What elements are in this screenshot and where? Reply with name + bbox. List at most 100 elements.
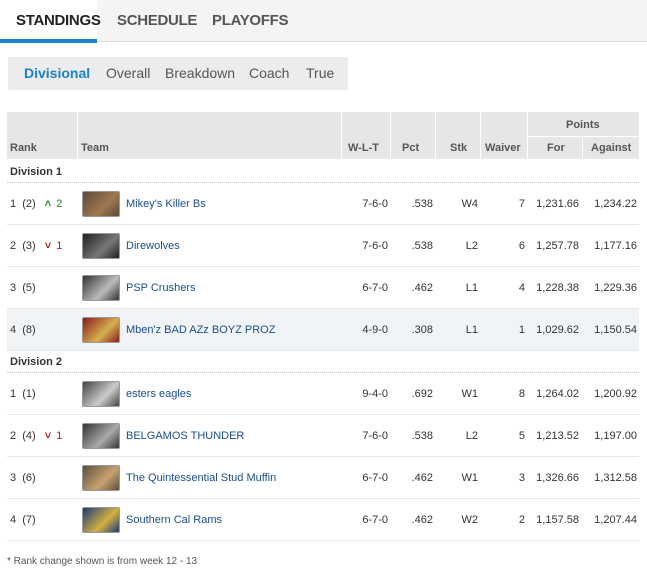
table-row[interactable]: 1 (1) esters eagles 9-4-0 .692 W1 8 1,26… [7,373,639,415]
wlt-value: 7-6-0 [362,198,388,210]
tab-schedule[interactable]: SCHEDULE [117,0,197,42]
previous-rank: (6) [22,472,36,484]
top-tab-bar: STANDINGS SCHEDULE PLAYOFFS [0,0,647,43]
points-against-value: 1,197.00 [594,430,637,442]
team-avatar[interactable] [82,191,120,217]
wlt-value: 9-4-0 [362,388,388,400]
points-for-value: 1,257.78 [536,240,579,252]
subtab-true[interactable]: True [306,57,334,90]
pct-value: .462 [411,282,433,294]
table-row[interactable]: 4 (7) Southern Cal Rams 6-7-0 .462 W2 2 … [7,499,639,541]
points-for-value: 1,029.62 [536,324,579,336]
header-waiver[interactable]: Waiver [485,142,521,154]
points-against-value: 1,207.44 [594,514,637,526]
points-against-value: 1,200.92 [594,388,637,400]
table-row[interactable]: 4 (8) Mben'z BAD AZz BOYZ PROZ 4-9-0 .30… [7,309,639,351]
header-pct[interactable]: Pct [402,142,419,154]
points-for-value: 1,228.38 [536,282,579,294]
pct-value: .462 [411,514,433,526]
rank: 3 [10,282,17,294]
team-name-link[interactable]: BELGAMOS THUNDER [126,415,244,457]
team-avatar[interactable] [82,423,120,449]
streak-value: L1 [465,324,478,336]
column-divider [435,112,436,159]
rank-cell: 3 (5) [10,267,44,309]
team-avatar[interactable] [82,381,120,407]
header-team[interactable]: Team [81,142,109,154]
rank: 2 [10,240,17,252]
streak-value: W2 [461,514,479,526]
team-name[interactable]: Direwolves [126,240,180,252]
team-name-link[interactable]: The Quintessential Stud Muffin [126,457,276,499]
tab-standings[interactable]: STANDINGS [0,0,101,43]
column-divider [480,112,481,159]
wlt-value: 6-7-0 [362,514,388,526]
points-against-value: 1,234.22 [594,198,637,210]
header-stk[interactable]: Stk [450,142,467,154]
pct-value: .462 [411,472,433,484]
previous-rank: (4) [22,430,36,442]
rank: 3 [10,472,17,484]
waiver-value: 4 [518,282,525,294]
column-divider [77,112,78,159]
rank-cell: 1 (2) ˄ 2 [10,183,62,225]
waiver-value: 6 [518,240,525,252]
team-name-link[interactable]: esters eagles [126,373,191,415]
team-avatar[interactable] [82,507,120,533]
team-name[interactable]: Southern Cal Rams [126,514,222,526]
team-avatar[interactable] [82,275,120,301]
rank: 1 [10,388,17,400]
team-name-link[interactable]: Mben'z BAD AZz BOYZ PROZ [126,309,275,351]
header-points-against[interactable]: Against [591,142,631,154]
chevron-down-icon: ˅ [44,240,52,252]
table-row[interactable]: 2 (4) ˅ 1 BELGAMOS THUNDER 7-6-0 .538 L2… [7,415,639,457]
team-name[interactable]: Mikey's Killer Bs [126,198,206,210]
header-wlt[interactable]: W-L-T [348,142,379,154]
streak-value: L2 [465,430,478,442]
pct-value: .538 [411,198,433,210]
pct-value: .308 [411,324,433,336]
points-against-value: 1,229.36 [594,282,637,294]
table-body: Division 1 1 (2) ˄ 2 Mikey's Killer Bs 7… [7,161,639,541]
table-row[interactable]: 3 (5) PSP Crushers 6-7-0 .462 L1 4 1,228… [7,267,639,309]
table-row[interactable]: 2 (3) ˅ 1 Direwolves 7-6-0 .538 L2 6 1,2… [7,225,639,267]
team-name[interactable]: esters eagles [126,388,191,400]
wlt-value: 7-6-0 [362,430,388,442]
table-row[interactable]: 1 (2) ˄ 2 Mikey's Killer Bs 7-6-0 .538 W… [7,183,639,225]
team-name[interactable]: The Quintessential Stud Muffin [126,472,276,484]
previous-rank: (5) [22,282,36,294]
streak-value: W1 [461,472,479,484]
wlt-value: 6-7-0 [362,472,388,484]
team-name-link[interactable]: Southern Cal Rams [126,499,222,541]
subtab-divisional[interactable]: Divisional [24,57,90,90]
subtab-coach[interactable]: Coach [249,57,289,90]
team-name[interactable]: Mben'z BAD AZz BOYZ PROZ [126,324,275,336]
streak-value: W1 [461,388,479,400]
team-name[interactable]: BELGAMOS THUNDER [126,430,244,442]
team-name-link[interactable]: PSP Crushers [126,267,196,309]
rank-change: 2 [56,198,63,210]
standings-view-tabs: Divisional Overall Breakdown Coach True [8,57,348,90]
wlt-value: 6-7-0 [362,282,388,294]
header-points-for[interactable]: For [547,142,565,154]
division-label: Division 1 [7,161,639,183]
subtab-overall[interactable]: Overall [106,57,150,90]
subtab-breakdown[interactable]: Breakdown [165,57,235,90]
streak-value: W4 [461,198,479,210]
team-avatar[interactable] [82,317,120,343]
wlt-value: 4-9-0 [362,324,388,336]
rank-cell: 4 (7) [10,499,44,541]
team-avatar[interactable] [82,465,120,491]
header-rank[interactable]: Rank [10,142,37,154]
rank-change: 1 [56,240,63,252]
team-name-link[interactable]: Direwolves [126,225,180,267]
column-divider [341,112,342,159]
team-name[interactable]: PSP Crushers [126,282,196,294]
tab-playoffs[interactable]: PLAYOFFS [212,0,289,42]
rank: 4 [10,324,17,336]
pct-value: .538 [411,240,433,252]
points-for-value: 1,231.66 [536,198,579,210]
team-name-link[interactable]: Mikey's Killer Bs [126,183,206,225]
table-row[interactable]: 3 (6) The Quintessential Stud Muffin 6-7… [7,457,639,499]
team-avatar[interactable] [82,233,120,259]
